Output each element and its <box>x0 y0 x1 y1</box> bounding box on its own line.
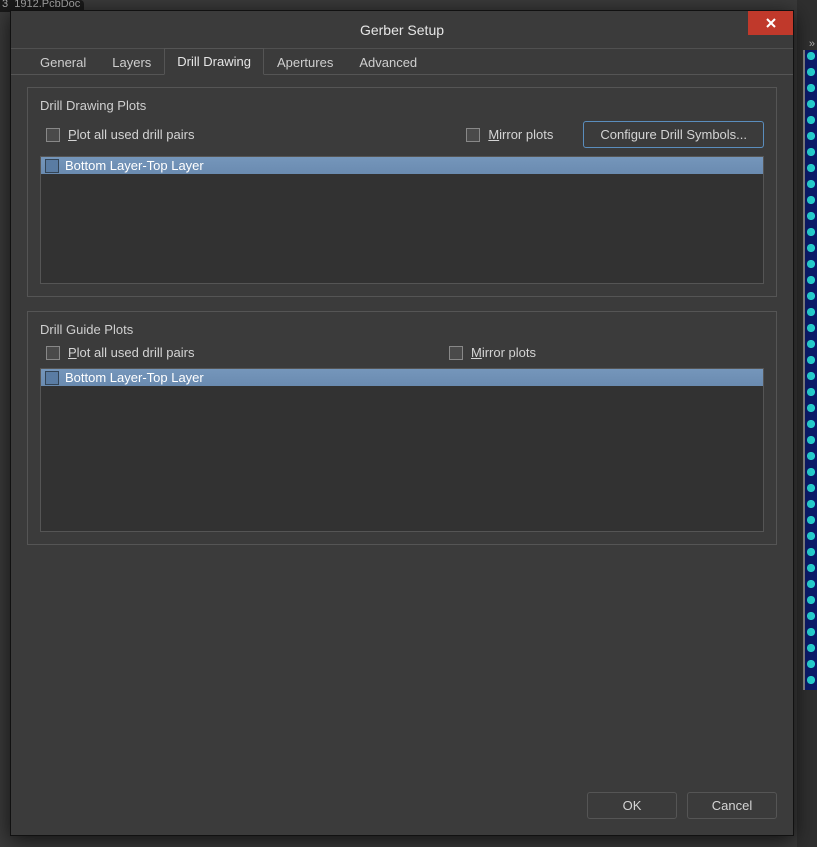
list-item[interactable]: Bottom Layer-Top Layer <box>41 369 763 386</box>
tab-drill-drawing[interactable]: Drill Drawing <box>164 48 264 75</box>
plot-all-drill-pairs-checkbox[interactable] <box>46 346 60 360</box>
gerber-setup-dialog: Gerber Setup General Layers Drill Drawin… <box>10 10 794 836</box>
titlebar: Gerber Setup <box>11 11 793 49</box>
close-button[interactable] <box>748 11 793 35</box>
list-item-checkbox[interactable] <box>45 159 59 173</box>
dialog-footer: OK Cancel <box>11 780 793 835</box>
drill-drawing-options-row: Plot all used drill pairs Mirror plots C… <box>40 121 764 148</box>
cancel-button[interactable]: Cancel <box>687 792 777 819</box>
mirror-plots-checkbox[interactable] <box>466 128 480 142</box>
drill-drawing-layer-list[interactable]: Bottom Layer-Top Layer <box>40 156 764 284</box>
plot-all-drill-pairs-label[interactable]: Plot all used drill pairs <box>68 127 194 142</box>
tab-apertures[interactable]: Apertures <box>264 49 346 75</box>
drill-guide-plots-group: Drill Guide Plots Plot all used drill pa… <box>27 311 777 545</box>
list-item-label: Bottom Layer-Top Layer <box>65 370 204 385</box>
list-item-checkbox[interactable] <box>45 371 59 385</box>
group-label: Drill Guide Plots <box>40 322 764 337</box>
tab-general[interactable]: General <box>27 49 99 75</box>
configure-drill-symbols-button[interactable]: Configure Drill Symbols... <box>583 121 764 148</box>
drill-guide-layer-list[interactable]: Bottom Layer-Top Layer <box>40 368 764 532</box>
tab-layers[interactable]: Layers <box>99 49 164 75</box>
panel-chevrons-icon: » <box>809 38 815 50</box>
background-right-strip: » <box>797 0 817 847</box>
pcb-minimap-decoration <box>803 50 817 690</box>
drill-guide-options-row: Plot all used drill pairs Mirror plots <box>40 345 764 360</box>
mirror-plots-checkbox[interactable] <box>449 346 463 360</box>
content-area: Drill Drawing Plots Plot all used drill … <box>11 75 793 780</box>
list-item[interactable]: Bottom Layer-Top Layer <box>41 157 763 174</box>
ok-button[interactable]: OK <box>587 792 677 819</box>
drill-drawing-plots-group: Drill Drawing Plots Plot all used drill … <box>27 87 777 297</box>
plot-all-drill-pairs-checkbox[interactable] <box>46 128 60 142</box>
mirror-plots-label[interactable]: Mirror plots <box>471 345 536 360</box>
tab-advanced[interactable]: Advanced <box>346 49 430 75</box>
tabbar: General Layers Drill Drawing Apertures A… <box>11 49 793 75</box>
plot-all-drill-pairs-label[interactable]: Plot all used drill pairs <box>68 345 194 360</box>
group-label: Drill Drawing Plots <box>40 98 764 113</box>
dialog-title: Gerber Setup <box>11 22 793 38</box>
close-icon <box>765 17 777 29</box>
mirror-plots-label[interactable]: Mirror plots <box>488 127 553 142</box>
list-item-label: Bottom Layer-Top Layer <box>65 158 204 173</box>
